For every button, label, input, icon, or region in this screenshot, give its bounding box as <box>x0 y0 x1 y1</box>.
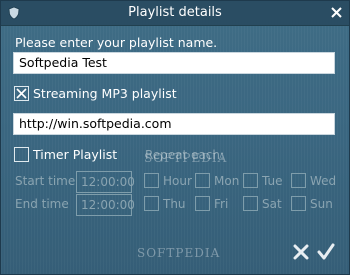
title-bar: Playlist details <box>1 1 349 26</box>
repeat-tue-checkbox[interactable] <box>243 173 258 188</box>
repeat-hour-checkbox[interactable] <box>144 173 159 188</box>
softpedia-watermark: SOFTPEDIA <box>144 151 228 165</box>
repeat-thu-label: Thu <box>163 197 186 211</box>
repeat-hour-label: Hour <box>163 174 192 188</box>
close-icon <box>330 6 342 18</box>
repeat-fri-label: Fri <box>214 197 229 211</box>
repeat-thu-checkbox[interactable] <box>144 196 159 211</box>
window-title: Playlist details <box>128 5 222 20</box>
end-time-input[interactable]: 12:00:00 <box>76 194 135 216</box>
cancel-button[interactable] <box>290 241 312 263</box>
checkmark-icon <box>317 243 335 260</box>
softpedia-watermark-bottom: SOFTPEDIA <box>137 246 221 260</box>
streaming-label: Streaming MP3 playlist <box>33 86 177 101</box>
repeat-mon-checkbox[interactable] <box>195 173 210 188</box>
playlist-details-window: Playlist details Please enter your playl… <box>0 0 350 275</box>
repeat-mon-label: Mon <box>214 174 240 188</box>
repeat-fri-checkbox[interactable] <box>195 196 210 211</box>
timer-playlist-label: Timer Playlist <box>33 147 118 162</box>
timer-playlist-checkbox[interactable] <box>14 147 29 162</box>
repeat-sat-checkbox[interactable] <box>243 196 258 211</box>
cross-icon <box>293 244 309 260</box>
streaming-checkbox[interactable] <box>14 86 29 101</box>
repeat-wed-label: Wed <box>310 174 337 188</box>
stream-url-input[interactable]: http://win.softpedia.com <box>13 113 335 135</box>
repeat-sat-label: Sat <box>262 197 282 211</box>
playlist-name-input[interactable]: Softpedia Test <box>13 52 335 74</box>
repeat-tue-label: Tue <box>262 174 283 188</box>
repeat-sun-label: Sun <box>310 197 333 211</box>
repeat-wed-checkbox[interactable] <box>291 173 306 188</box>
end-time-label: End time <box>15 197 69 211</box>
start-time-input[interactable]: 12:00:00 <box>76 171 135 193</box>
start-time-label: Start time <box>15 174 76 188</box>
confirm-button[interactable] <box>315 241 337 263</box>
name-prompt: Please enter your playlist name. <box>15 35 218 50</box>
repeat-sun-checkbox[interactable] <box>291 196 306 211</box>
close-button[interactable] <box>327 3 345 21</box>
checkmark-icon <box>16 88 27 99</box>
